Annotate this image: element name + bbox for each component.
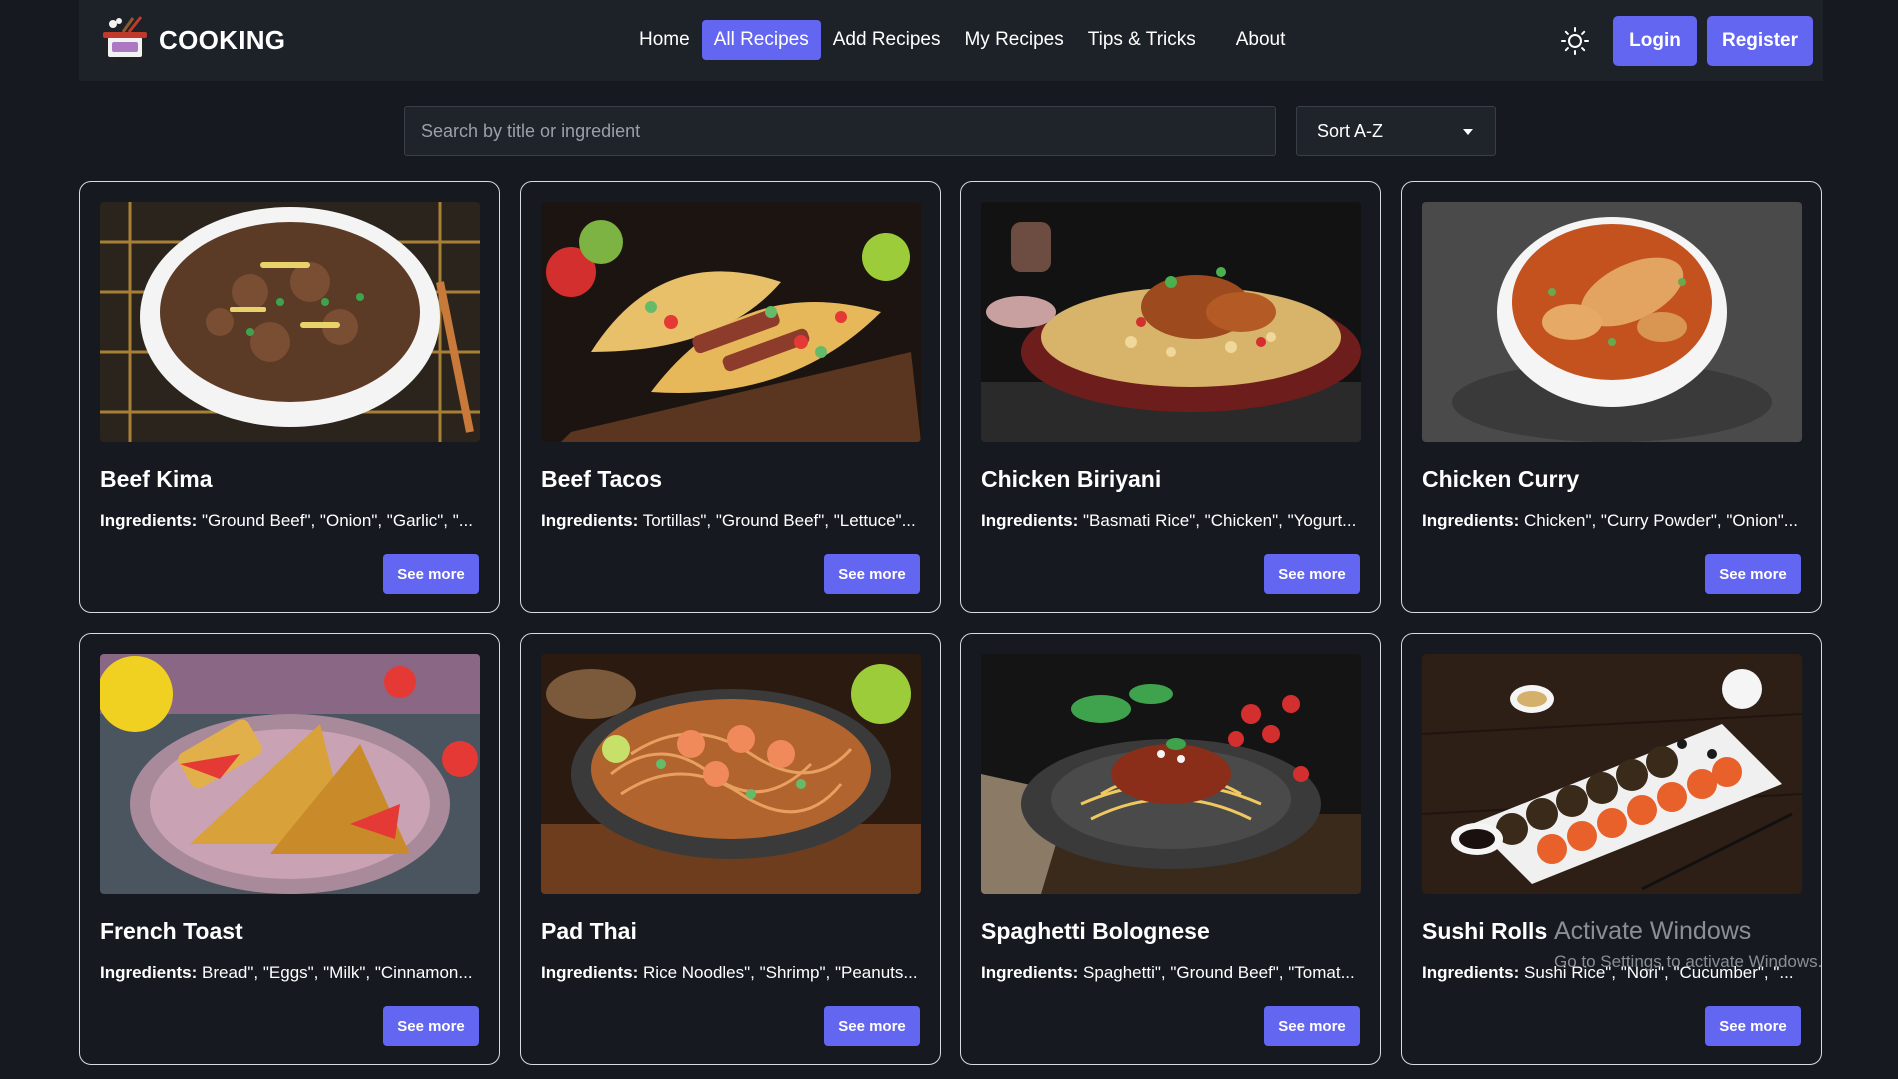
caret-down-icon <box>1463 129 1473 135</box>
nav-add-recipes[interactable]: Add Recipes <box>821 20 953 60</box>
recipe-card: Pad Thai Ingredients: Rice Noodles", "Sh… <box>520 633 941 1065</box>
ingredients-label: Ingredients: <box>100 963 198 982</box>
nav-all-recipes[interactable]: All Recipes <box>701 20 821 60</box>
ingredients-label: Ingredients: <box>541 511 639 530</box>
recipe-image <box>100 202 480 442</box>
ingredients-text: "Basmati Rice", "Chicken", "Yogurt... <box>1078 511 1357 530</box>
nav-tips-tricks[interactable]: Tips & Tricks <box>1076 20 1208 60</box>
recipe-ingredients: Ingredients: Bread", "Eggs", "Milk", "Ci… <box>100 963 485 983</box>
recipe-image <box>981 654 1361 894</box>
recipe-title: Sushi Rolls <box>1422 918 1548 944</box>
recipe-ingredients: Ingredients: "Ground Beef", "Onion", "Ga… <box>100 511 485 531</box>
ingredients-label: Ingredients: <box>981 511 1079 530</box>
recipe-card: Chicken Curry Ingredients: Chicken", "Cu… <box>1401 181 1822 613</box>
sort-selected-value: Sort A-Z <box>1317 120 1384 141</box>
brand[interactable]: COOKING <box>99 14 285 66</box>
recipe-image <box>1422 202 1802 442</box>
nav-about[interactable]: About <box>1224 20 1298 60</box>
ingredients-text: Chicken", "Curry Powder", "Onion"... <box>1519 511 1798 530</box>
activate-windows-subtitle: Go to Settings to activate Windows. <box>1554 952 1823 971</box>
see-more-button[interactable]: See more <box>1264 1006 1360 1046</box>
sun-icon <box>1561 27 1589 55</box>
ingredients-text: Bread", "Eggs", "Milk", "Cinnamon... <box>197 963 473 982</box>
theme-toggle-button[interactable] <box>1559 25 1591 57</box>
recipe-card: Sushi Rolls Ingredients: Sushi Rice", "N… <box>1401 633 1822 1065</box>
recipe-title: Beef Tacos <box>541 466 663 492</box>
see-more-button[interactable]: See more <box>1705 554 1801 594</box>
see-more-button[interactable]: See more <box>824 554 920 594</box>
recipe-card: Beef Kima Ingredients: "Ground Beef", "O… <box>79 181 500 613</box>
recipe-card: Beef Tacos Ingredients: Tortillas", "Gro… <box>520 181 941 613</box>
recipe-ingredients: Ingredients: Chicken", "Curry Powder", "… <box>1422 511 1807 531</box>
see-more-button[interactable]: See more <box>383 554 479 594</box>
ingredients-label: Ingredients: <box>1422 511 1520 530</box>
nav-my-recipes[interactable]: My Recipes <box>952 20 1075 60</box>
ingredients-label: Ingredients: <box>981 963 1079 982</box>
recipe-card: Spaghetti Bolognese Ingredients: Spaghet… <box>960 633 1381 1065</box>
ingredients-label: Ingredients: <box>541 963 639 982</box>
main-nav: Home All Recipes Add Recipes My Recipes … <box>627 20 1297 60</box>
recipe-image <box>981 202 1361 442</box>
recipe-title: Beef Kima <box>100 466 213 492</box>
recipe-image <box>541 202 921 442</box>
ingredients-text: Spaghetti", "Ground Beef", "Tomat... <box>1078 963 1355 982</box>
recipe-title: Chicken Curry <box>1422 466 1580 492</box>
recipe-image <box>100 654 480 894</box>
activate-windows-title: Activate Windows <box>1554 917 1752 945</box>
recipe-title: French Toast <box>100 918 243 944</box>
ingredients-label: Ingredients: <box>100 511 198 530</box>
brand-name: COOKING <box>159 24 286 55</box>
search-input[interactable] <box>404 106 1276 156</box>
recipe-ingredients: Ingredients: Spaghetti", "Ground Beef", … <box>981 963 1366 983</box>
recipe-image <box>1422 654 1802 894</box>
recipe-title: Pad Thai <box>541 918 637 944</box>
see-more-button[interactable]: See more <box>1705 1006 1801 1046</box>
recipe-title: Spaghetti Bolognese <box>981 918 1210 944</box>
navbar: COOKING Home All Recipes Add Recipes My … <box>79 0 1823 81</box>
ingredients-text: Rice Noodles", "Shrimp", "Peanuts... <box>638 963 918 982</box>
sort-select[interactable]: Sort A-Z <box>1296 106 1496 156</box>
recipe-card: French Toast Ingredients: Bread", "Eggs"… <box>79 633 500 1065</box>
cooking-pot-icon <box>103 16 147 64</box>
recipe-title: Chicken Biriyani <box>981 466 1162 492</box>
recipe-card: Chicken Biriyani Ingredients: "Basmati R… <box>960 181 1381 613</box>
login-button[interactable]: Login <box>1613 16 1697 66</box>
recipe-ingredients: Ingredients: "Basmati Rice", "Chicken", … <box>981 511 1366 531</box>
recipe-ingredients: Ingredients: Rice Noodles", "Shrimp", "P… <box>541 963 926 983</box>
ingredients-text: "Ground Beef", "Onion", "Garlic", "... <box>197 511 473 530</box>
ingredients-label: Ingredients: <box>1422 963 1520 982</box>
see-more-button[interactable]: See more <box>383 1006 479 1046</box>
see-more-button[interactable]: See more <box>1264 554 1360 594</box>
ingredients-text: Tortillas", "Ground Beef", "Lettuce"... <box>638 511 916 530</box>
see-more-button[interactable]: See more <box>824 1006 920 1046</box>
recipe-image <box>541 654 921 894</box>
register-button[interactable]: Register <box>1707 16 1813 66</box>
recipe-ingredients: Ingredients: Tortillas", "Ground Beef", … <box>541 511 926 531</box>
nav-home[interactable]: Home <box>627 20 702 60</box>
